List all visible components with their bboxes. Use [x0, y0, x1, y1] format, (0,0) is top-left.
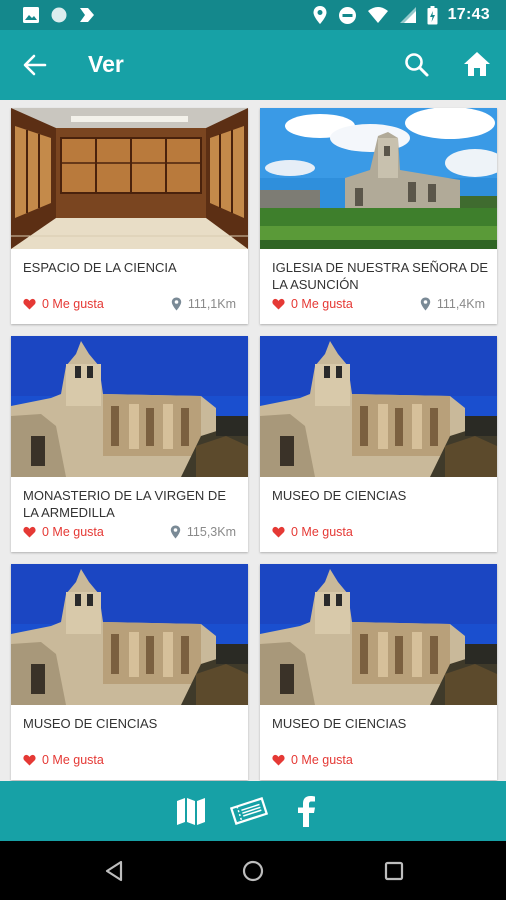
likes-count[interactable]: 0 Me gusta	[272, 525, 353, 539]
likes-label: 0 Me gusta	[42, 297, 104, 311]
place-name: MUSEO DE CIENCIAS	[272, 716, 407, 731]
likes-count[interactable]: 0 Me gusta	[23, 525, 104, 539]
places-grid: ESPACIO DE LA CIENCIA 0 Me gusta 111,1Km	[0, 100, 506, 781]
recents-square-icon[interactable]	[382, 859, 406, 883]
place-name: MUSEO DE CIENCIAS	[23, 716, 158, 731]
app-notification-icon	[80, 8, 94, 22]
gallery-notification-icon	[23, 7, 39, 23]
likes-label: 0 Me gusta	[291, 525, 353, 539]
home-circle-icon[interactable]	[241, 859, 265, 883]
location-pin-icon	[170, 525, 181, 539]
do-not-disturb-icon	[338, 6, 356, 24]
distance-label: 115,3Km	[186, 525, 236, 539]
ticket-icon[interactable]	[230, 795, 268, 827]
app-bar: Ver	[0, 30, 506, 100]
place-card[interactable]: MUSEO DE CIENCIAS 0 Me gusta	[260, 336, 497, 552]
status-time: 17:43	[447, 6, 490, 23]
location-icon	[313, 6, 327, 24]
home-icon[interactable]	[462, 49, 492, 79]
distance: 111,4Km	[420, 297, 485, 311]
likes-count[interactable]: 0 Me gusta	[23, 297, 104, 311]
likes-count[interactable]: 0 Me gusta	[272, 297, 353, 311]
battery-icon	[427, 5, 438, 24]
wifi-icon	[367, 7, 388, 23]
location-pin-icon	[171, 297, 182, 311]
back-arrow-icon[interactable]	[20, 50, 50, 80]
facebook-icon[interactable]	[294, 795, 318, 827]
place-name: MONASTERIO DE LA VIRGEN DE LA ARMEDILLA	[23, 488, 226, 520]
heart-icon	[23, 526, 36, 538]
likes-count[interactable]: 0 Me gusta	[272, 753, 353, 767]
monastery-ruins-photo	[260, 564, 497, 705]
distance-label: 111,4Km	[436, 297, 485, 311]
place-card[interactable]: MUSEO DE CIENCIAS 0 Me gusta	[260, 564, 497, 780]
likes-label: 0 Me gusta	[291, 753, 353, 767]
distance-label: 111,1Km	[187, 297, 236, 311]
likes-count[interactable]: 0 Me gusta	[23, 753, 104, 767]
heart-icon	[23, 298, 36, 310]
heart-icon	[23, 754, 36, 766]
system-navigation-bar	[0, 841, 506, 900]
place-card[interactable]: MONASTERIO DE LA VIRGEN DE LA ARMEDILLA …	[11, 336, 248, 552]
map-icon[interactable]	[174, 795, 208, 827]
likes-label: 0 Me gusta	[291, 297, 353, 311]
distance: 115,3Km	[170, 525, 236, 539]
place-name: ESPACIO DE LA CIENCIA	[23, 260, 177, 275]
cell-signal-icon	[399, 7, 416, 23]
search-icon[interactable]	[402, 50, 432, 80]
heart-icon	[272, 298, 285, 310]
back-triangle-icon[interactable]	[102, 859, 126, 883]
place-card[interactable]: IGLESIA DE NUESTRA SEÑORA DE LA ASUNCIÓN…	[260, 108, 497, 324]
likes-label: 0 Me gusta	[42, 753, 104, 767]
monastery-ruins-photo	[11, 336, 248, 477]
circle-notification-icon	[51, 7, 67, 23]
place-name: MUSEO DE CIENCIAS	[272, 488, 407, 503]
likes-label: 0 Me gusta	[42, 525, 104, 539]
monastery-ruins-photo	[260, 336, 497, 477]
ruined-church-field-photo	[260, 108, 497, 249]
museum-interior-photo	[11, 108, 248, 249]
monastery-ruins-photo	[11, 564, 248, 705]
status-bar: 17:43	[0, 0, 506, 30]
place-card[interactable]: MUSEO DE CIENCIAS 0 Me gusta	[11, 564, 248, 780]
bottom-action-bar	[0, 781, 506, 841]
heart-icon	[272, 526, 285, 538]
location-pin-icon	[420, 297, 431, 311]
heart-icon	[272, 754, 285, 766]
page-title: Ver	[88, 51, 124, 77]
place-name: IGLESIA DE NUESTRA SEÑORA DE LA ASUNCIÓN	[272, 260, 489, 292]
distance: 111,1Km	[171, 297, 236, 311]
place-card[interactable]: ESPACIO DE LA CIENCIA 0 Me gusta 111,1Km	[11, 108, 248, 324]
